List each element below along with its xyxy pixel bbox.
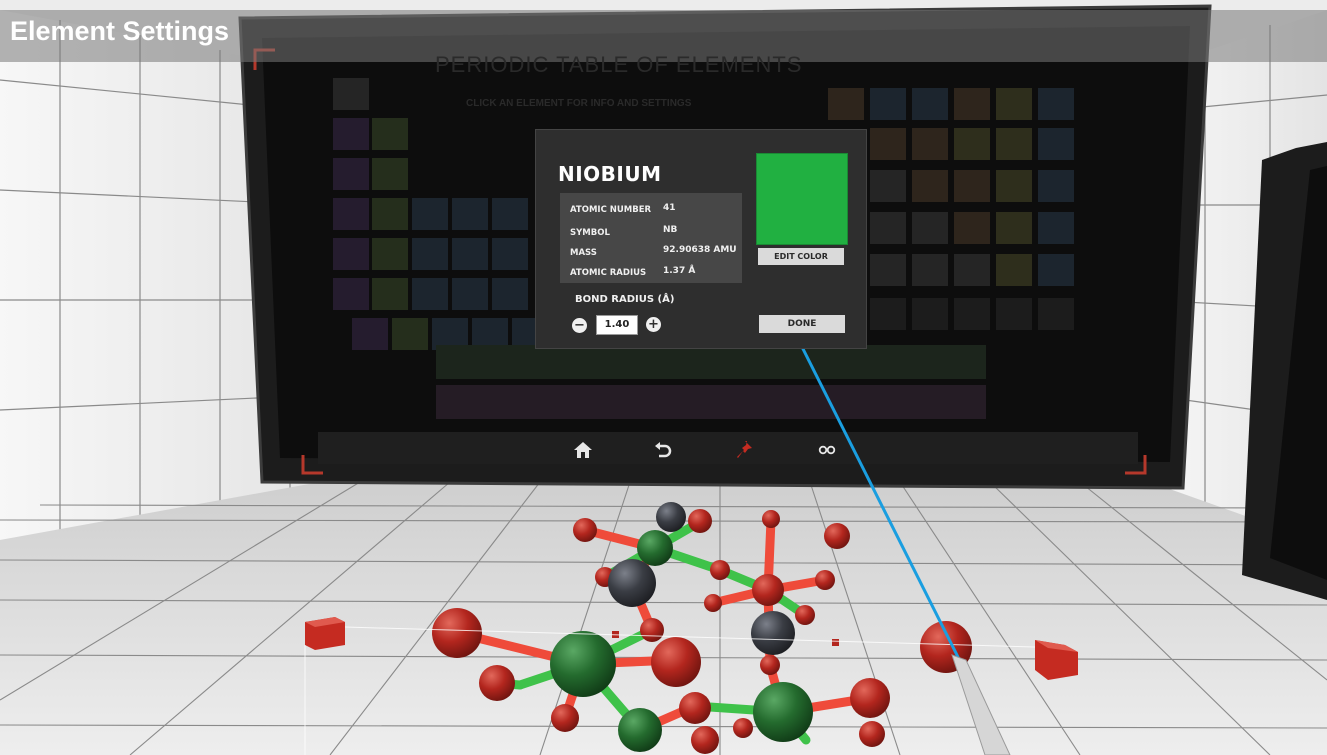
element-name: NIOBIUM	[558, 162, 662, 186]
symbol-label: SYMBOL	[570, 228, 610, 238]
undo-icon[interactable]	[653, 440, 673, 460]
plus-icon: +	[648, 317, 659, 332]
element-color-swatch[interactable]	[756, 153, 848, 245]
atomic-radius-label: ATOMIC RADIUS	[570, 268, 647, 278]
bond-radius-input[interactable]: 1.40	[596, 315, 638, 335]
bond-radius-label: BOND RADIUS (Å)	[575, 294, 675, 305]
atomic-number-value: 41	[663, 203, 676, 213]
edit-color-button[interactable]: EDIT COLOR	[758, 248, 844, 265]
decrease-bond-radius-button[interactable]: −	[572, 318, 587, 333]
increase-bond-radius-button[interactable]: +	[646, 317, 661, 332]
minus-icon: −	[574, 318, 585, 333]
done-button[interactable]: DONE	[759, 315, 845, 333]
atomic-number-label: ATOMIC NUMBER	[570, 205, 652, 215]
pin-icon[interactable]	[735, 440, 755, 460]
atomic-radius-value: 1.37 Å	[663, 266, 696, 276]
vr-scene	[0, 0, 1327, 755]
mass-label: MASS	[570, 248, 597, 258]
mass-value: 92.90638 AMU	[663, 245, 737, 255]
home-icon[interactable]	[573, 440, 593, 460]
periodic-table-title: PERIODIC TABLE OF ELEMENTS	[435, 52, 803, 77]
periodic-table-subtitle: CLICK AN ELEMENT FOR INFO AND SETTINGS	[466, 98, 692, 109]
symbol-value: NB	[663, 225, 678, 235]
window-title: Element Settings	[10, 16, 230, 46]
glasses-icon[interactable]	[817, 440, 837, 460]
